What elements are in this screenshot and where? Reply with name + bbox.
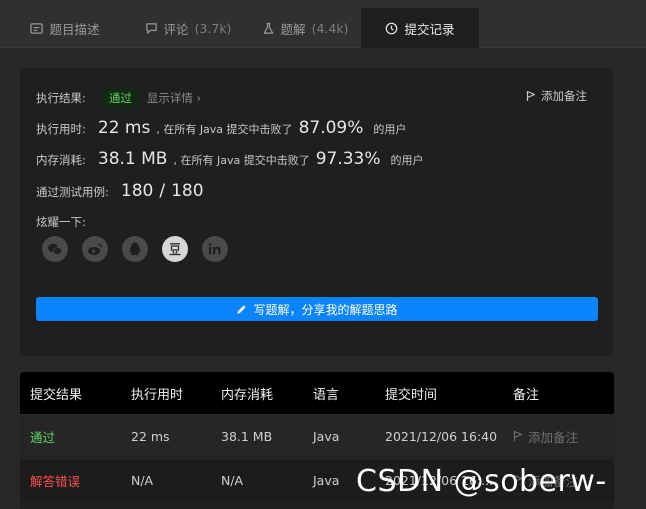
runtime-row: 执行用时: 22 ms , 在所有 Java 提交中击败了 87.09% 的用户: [36, 118, 406, 138]
tab-solutions-count: (4.4k): [311, 20, 349, 36]
result-status-label: 执行结果:: [36, 91, 86, 105]
write-solution-label: 写题解，分享我的解题思路: [253, 302, 398, 317]
tab-solutions[interactable]: 题解 (4.4k): [250, 8, 360, 48]
tests-total: 180: [171, 181, 204, 201]
row-status[interactable]: 解答错误: [30, 459, 80, 501]
tab-description[interactable]: 题目描述: [0, 8, 130, 48]
tab-comments[interactable]: 评论 (3.7k): [130, 8, 246, 48]
comment-icon: [145, 22, 157, 34]
tab-submissions-label: 提交记录: [404, 21, 455, 37]
row-status[interactable]: 通过: [30, 415, 55, 457]
tests-separator: /: [159, 181, 166, 201]
row-memory: N/A: [221, 472, 244, 488]
header-submit-time: 提交时间: [385, 387, 438, 403]
header-status: 提交结果: [30, 387, 83, 403]
tests-passed: 180: [120, 181, 154, 201]
runtime-value: 22 ms: [97, 118, 151, 138]
qq-icon[interactable]: [122, 236, 148, 262]
douban-icon[interactable]: [162, 236, 188, 262]
header-language: 语言: [313, 387, 340, 403]
tab-solutions-label: 题解: [280, 21, 306, 37]
row-runtime: 22 ms: [131, 428, 170, 444]
description-icon: [30, 22, 44, 34]
row-add-note-label: 添加备注: [528, 429, 579, 445]
tab-comments-label: 评论: [163, 21, 189, 37]
memory-value: 38.1 MB: [97, 149, 168, 169]
memory-label: 内存消耗:: [36, 153, 86, 167]
runtime-middle-text: , 在所有 Java 提交中击败了: [156, 123, 293, 136]
tab-submissions[interactable]: 提交记录: [361, 8, 479, 48]
header-note: 备注: [513, 387, 540, 403]
pencil-icon: [237, 304, 247, 314]
row-add-note-button[interactable]: 添加备注: [513, 415, 578, 457]
show-details-link[interactable]: 显示详情 ›: [147, 90, 201, 106]
runtime-suffix: 的用户: [373, 123, 407, 136]
flag-icon: [526, 90, 536, 101]
share-label: 炫耀一下:: [36, 215, 86, 229]
tab-description-label: 题目描述: [49, 21, 100, 37]
add-note-label: 添加备注: [541, 89, 587, 103]
write-solution-button[interactable]: 写题解，分享我的解题思路: [36, 297, 598, 321]
memory-middle-text: , 在所有 Java 提交中击败了: [173, 154, 310, 167]
result-status-badge: 通过: [101, 88, 139, 108]
weibo-icon[interactable]: [82, 236, 108, 262]
csdn-watermark: CSDN @soberw-: [356, 464, 607, 499]
row-submit-time: 2021/12/06 16:40: [385, 428, 498, 444]
result-status-row: 执行结果: 通过 显示详情 ›: [36, 88, 201, 108]
memory-percent: 97.33%: [315, 149, 381, 169]
linkedin-icon[interactable]: [202, 236, 228, 262]
tab-bar: 题目描述 评论 (3.7k) 题解 (4.4k) 提交记录: [0, 0, 646, 48]
flask-icon: [263, 22, 273, 34]
wechat-icon[interactable]: [42, 236, 68, 262]
tests-label: 通过测试用例:: [36, 185, 109, 199]
table-row[interactable]: 通过 22 ms 38.1 MB Java 2021/12/06 16:40 添…: [20, 414, 614, 457]
memory-row: 内存消耗: 38.1 MB , 在所有 Java 提交中击败了 97.33% 的…: [36, 149, 424, 169]
runtime-percent: 87.09%: [298, 118, 364, 138]
table-header: 提交结果 执行用时 内存消耗 语言 提交时间 备注: [20, 372, 614, 414]
row-language: Java: [313, 428, 340, 444]
flag-icon: [513, 430, 523, 441]
result-card: 执行结果: 通过 显示详情 › 添加备注 执行用时: 22 ms , 在所有 J…: [20, 68, 613, 356]
clock-icon: [386, 22, 398, 34]
runtime-label: 执行用时:: [36, 122, 86, 136]
row-runtime: N/A: [131, 472, 154, 488]
header-memory: 内存消耗: [221, 387, 274, 403]
share-icons: [42, 236, 228, 262]
row-memory: 38.1 MB: [221, 428, 273, 444]
tab-comments-count: (3.7k): [194, 20, 232, 36]
add-note-button[interactable]: 添加备注: [526, 88, 587, 104]
memory-suffix: 的用户: [390, 154, 424, 167]
header-runtime: 执行用时: [131, 387, 184, 403]
tests-row: 通过测试用例: 180 / 180: [36, 181, 210, 201]
row-language: Java: [313, 472, 340, 488]
